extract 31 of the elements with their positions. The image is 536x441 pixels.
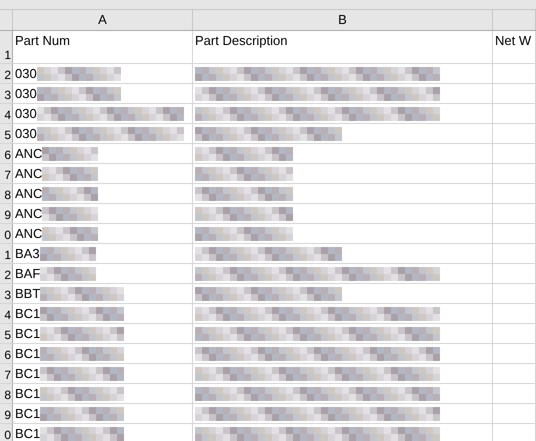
- cell-text: Net W: [495, 33, 532, 48]
- cell-text: ANC: [15, 186, 42, 201]
- cell-text: ANC: [15, 226, 42, 241]
- cell-text: BAF: [15, 266, 40, 281]
- cell-text: BBT: [15, 286, 40, 301]
- cell-text: 030: [15, 86, 37, 101]
- cell-text: 030: [15, 106, 37, 121]
- blurred-text-drawing: [40, 266, 96, 280]
- cell-text: BC1: [15, 426, 40, 441]
- cell-text: ANC: [15, 206, 42, 221]
- blurred-text-drawing: [42, 206, 98, 220]
- cell-text: ANC: [15, 146, 42, 161]
- cell-text: ANC: [15, 166, 42, 181]
- cell-text: BC1: [15, 406, 40, 421]
- blurred-text-drawing: [42, 186, 98, 200]
- cell-text: BC1: [15, 326, 40, 341]
- cell-text: Part Description: [195, 33, 288, 48]
- cell-text: 030: [15, 66, 37, 81]
- column-header[interactable]: B: [338, 10, 347, 30]
- cell-text: BA3: [15, 246, 40, 261]
- cell-text: BC1: [15, 366, 40, 381]
- blurred-text-drawing: [42, 166, 98, 180]
- blurred-text-drawing: [42, 146, 98, 160]
- blurred-text-drawing: [40, 246, 96, 260]
- column-header[interactable]: A: [98, 10, 107, 30]
- cell-text: Part Num: [15, 33, 70, 48]
- cell-text: BC1: [15, 306, 40, 321]
- blurred-text-drawing: [42, 226, 98, 240]
- cell-text: BC1: [15, 386, 40, 401]
- cell-text: 030: [15, 126, 37, 141]
- cell-text: BC1: [15, 346, 40, 361]
